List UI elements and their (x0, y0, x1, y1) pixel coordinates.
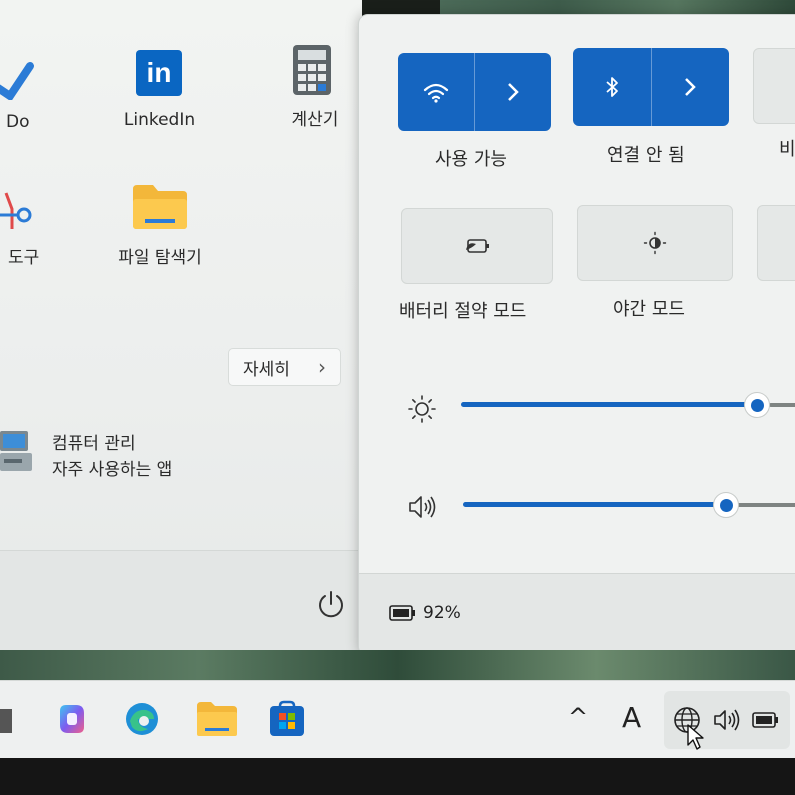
taskbar-partial-icon[interactable] (0, 709, 12, 733)
brightness-slider-thumb[interactable] (744, 392, 770, 418)
airplane-mode-toggle[interactable] (753, 48, 795, 124)
night-light-icon (643, 231, 667, 255)
app-linkedin[interactable]: in LinkedIn (112, 50, 207, 135)
app-label: LinkedIn (123, 110, 196, 130)
file-explorer-icon (133, 185, 187, 229)
calculator-icon (293, 45, 331, 95)
show-hidden-icons-button[interactable]: ^ (568, 703, 588, 731)
volume-slider-rest (735, 503, 795, 507)
chevron-right-icon (508, 83, 519, 101)
app-calculator[interactable]: 계산기 (275, 45, 355, 130)
mouse-cursor-icon (687, 724, 704, 750)
quick-settings-panel: 사용 가능 연결 안 됨 비 배터리 절약 모드 야간 모드 92% (358, 14, 795, 656)
volume-slider-thumb[interactable] (713, 492, 739, 518)
screen-bezel (0, 758, 795, 795)
recommended-subtitle: 자주 사용하는 앱 (52, 460, 173, 480)
bluetooth-icon (606, 77, 618, 97)
computer-management-icon (0, 431, 32, 471)
recommended-item[interactable]: 컴퓨터 관리 자주 사용하는 앱 (0, 425, 300, 485)
partial-tile[interactable] (757, 205, 795, 281)
app-label: 도구 (8, 248, 40, 268)
battery-saver-label: 배터리 절약 모드 (399, 301, 527, 322)
volume-slider-fill (463, 502, 723, 507)
night-light-toggle[interactable] (577, 205, 733, 281)
brightness-icon (408, 395, 436, 423)
battery-saver-toggle[interactable] (401, 208, 553, 284)
battery-percentage: 92% (423, 603, 461, 623)
more-button-label: 자세히 (243, 359, 290, 380)
start-menu: Do in LinkedIn 계산기 도구 파일 탐색기 자세히 › 컴퓨터 관… (0, 0, 362, 656)
bluetooth-toggle-button[interactable] (573, 48, 651, 126)
desktop-wallpaper (0, 650, 795, 680)
battery-icon[interactable] (389, 604, 417, 622)
store-icon[interactable] (267, 699, 307, 739)
wifi-expand-button[interactable] (475, 53, 551, 131)
bluetooth-expand-button[interactable] (652, 48, 730, 126)
volume-icon (714, 709, 740, 731)
night-light-label: 야간 모드 (613, 299, 685, 320)
wifi-toggle-button[interactable] (398, 53, 474, 131)
linkedin-icon: in (136, 50, 182, 96)
chevron-right-icon: › (317, 355, 326, 379)
brightness-slider-rest (769, 403, 795, 407)
app-label: Do (6, 112, 30, 132)
snipping-tool-icon (0, 192, 32, 229)
file-explorer-icon[interactable] (195, 699, 239, 739)
chevron-right-icon (685, 78, 697, 96)
copilot-icon[interactable] (52, 699, 92, 739)
bluetooth-toggle[interactable] (573, 48, 729, 126)
battery-icon (752, 712, 778, 728)
app-snipping-tool[interactable]: 도구 (0, 185, 60, 270)
taskbar: ^ A (0, 680, 795, 761)
edge-icon[interactable] (122, 699, 162, 739)
input-indicator[interactable]: A (622, 701, 641, 734)
todo-check-icon (0, 62, 34, 100)
app-label: 계산기 (291, 110, 339, 130)
more-button[interactable]: 자세히 › (228, 348, 341, 386)
brightness-slider-fill (461, 402, 757, 407)
wifi-label: 사용 가능 (435, 149, 507, 170)
wifi-icon (423, 83, 449, 103)
volume-icon[interactable] (407, 493, 439, 521)
wifi-toggle[interactable] (398, 53, 551, 131)
start-menu-footer (0, 550, 362, 656)
tray-status-group[interactable] (664, 691, 790, 750)
battery-saver-icon (466, 239, 489, 253)
partial-tile-label: 비 (779, 139, 795, 160)
power-icon[interactable] (316, 589, 346, 619)
app-label: 파일 탐색기 (118, 248, 202, 268)
app-file-explorer[interactable]: 파일 탐색기 (105, 185, 215, 270)
quick-settings-footer: 92% (359, 573, 795, 656)
recommended-title: 컴퓨터 관리 (52, 434, 136, 454)
bluetooth-label: 연결 안 됨 (607, 145, 685, 166)
